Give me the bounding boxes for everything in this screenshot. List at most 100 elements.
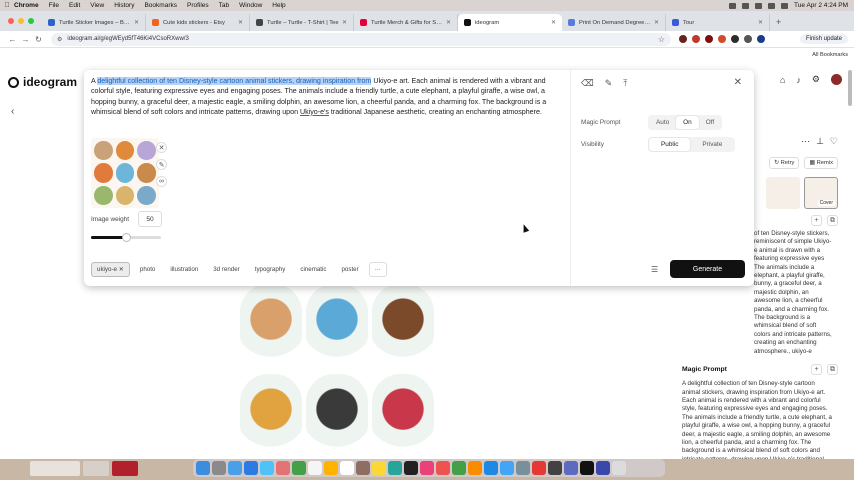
red-panda-sticker[interactable] xyxy=(372,373,434,452)
retry-button[interactable]: ↻ Retry xyxy=(769,157,800,169)
visibility-public[interactable]: Public xyxy=(649,138,691,151)
screen-record-icon[interactable] xyxy=(729,2,737,9)
reference-image[interactable] xyxy=(91,138,159,208)
settings-app-icon[interactable] xyxy=(516,461,530,475)
reload-icon[interactable]: ↻ xyxy=(32,35,45,44)
close-tab-icon[interactable]: ✕ xyxy=(758,19,763,26)
facetime-icon[interactable] xyxy=(292,461,306,475)
new-tab-icon[interactable]: + xyxy=(770,17,787,31)
all-bookmarks[interactable]: All Bookmarks xyxy=(812,52,848,58)
desktop-file-thumbnail[interactable] xyxy=(30,461,80,476)
launchpad-icon[interactable] xyxy=(212,461,226,475)
upload-icon[interactable]: ⤒ xyxy=(623,78,627,89)
finder-icon[interactable] xyxy=(196,461,210,475)
clock[interactable]: Tue Apr 2 4:24 PM xyxy=(794,2,848,9)
apple-tv-icon[interactable] xyxy=(404,461,418,475)
add-icon[interactable]: + xyxy=(811,364,822,376)
extension-icon[interactable] xyxy=(679,35,687,43)
menu-window[interactable]: Window xyxy=(239,2,262,9)
menu-profiles[interactable]: Profiles xyxy=(187,2,209,9)
page-scrollbar[interactable] xyxy=(848,70,852,106)
puzzle-icon[interactable] xyxy=(744,35,752,43)
image-weight-slider[interactable] xyxy=(91,233,161,242)
remove-chip-icon[interactable]: ✕ xyxy=(119,266,124,273)
forward-icon[interactable]: → xyxy=(19,35,32,44)
more-icon[interactable]: ··· xyxy=(801,136,810,147)
trash-icon[interactable] xyxy=(612,461,626,475)
photos-icon[interactable] xyxy=(276,461,290,475)
generate-button[interactable]: Generate xyxy=(670,260,745,278)
address-bar[interactable]: ⚙ ideogram.ai/g/egWEyd5fT46Ki4VCsoRXww/3… xyxy=(51,32,671,46)
image-weight-slider-knob[interactable] xyxy=(122,233,131,242)
close-tab-icon[interactable]: ✕ xyxy=(654,19,659,26)
link-image-icon[interactable]: ∞ xyxy=(156,176,167,187)
thumbnail[interactable] xyxy=(766,177,800,209)
chip-photo[interactable]: photo xyxy=(135,263,160,276)
desktop-file-thumbnail[interactable] xyxy=(112,461,138,476)
contacts-icon[interactable] xyxy=(356,461,370,475)
notes-icon[interactable] xyxy=(324,461,338,475)
add-icon[interactable]: + xyxy=(811,215,822,226)
wifi-icon[interactable] xyxy=(755,2,763,9)
heart-icon[interactable]: ♡ xyxy=(830,136,838,147)
magic-prompt-on[interactable]: On xyxy=(676,116,699,129)
close-tab-icon[interactable]: ✕ xyxy=(134,19,139,26)
menu-edit[interactable]: Edit xyxy=(69,2,80,9)
chip-3d-render[interactable]: 3d render xyxy=(208,263,245,276)
eraser-icon[interactable]: ⌫ xyxy=(581,78,594,89)
tab-print-on-demand[interactable]: Print On Demand Degree (P... ✕ xyxy=(562,14,666,31)
ideogram-logo[interactable]: ideogram xyxy=(8,75,77,89)
close-window-icon[interactable] xyxy=(8,18,14,24)
keynote-icon[interactable] xyxy=(484,461,498,475)
site-info-icon[interactable]: ⚙ xyxy=(57,36,62,43)
menu-bookmarks[interactable]: Bookmarks xyxy=(144,2,177,9)
battery-icon[interactable] xyxy=(742,2,750,9)
pencil-icon[interactable]: ✎ xyxy=(605,78,613,89)
tab-turtle-merch[interactable]: Turtle Merch & Gifts for Sale ✕ xyxy=(354,14,458,31)
deer-sticker[interactable] xyxy=(240,284,302,362)
close-tab-icon[interactable]: ✕ xyxy=(446,19,451,26)
filters-icon[interactable]: ☰ xyxy=(651,265,658,274)
copy-icon[interactable]: ⧉ xyxy=(827,364,838,376)
chip-cinematic[interactable]: cinematic xyxy=(295,263,331,276)
close-tab-icon[interactable]: ✕ xyxy=(342,19,347,26)
magic-prompt-off[interactable]: Off xyxy=(699,116,721,129)
panda-sticker[interactable] xyxy=(306,373,368,452)
image-weight-input[interactable]: 50 xyxy=(138,211,162,227)
apple-icon[interactable]:  xyxy=(0,2,14,9)
magic-prompt-auto[interactable]: Auto xyxy=(649,116,676,129)
pin-icon[interactable]: ⊥ xyxy=(816,136,824,147)
thumbnail-selected[interactable]: Cover xyxy=(804,177,838,209)
back-arrow-icon[interactable]: ‹ xyxy=(11,106,14,117)
remove-image-icon[interactable]: ✕ xyxy=(156,142,167,153)
chip-poster[interactable]: poster xyxy=(336,263,363,276)
extension-icon[interactable] xyxy=(718,35,726,43)
minimize-window-icon[interactable] xyxy=(18,18,24,24)
maps-icon[interactable] xyxy=(388,461,402,475)
remix-button[interactable]: ▦ Remix xyxy=(804,157,838,169)
safari-icon[interactable] xyxy=(228,461,242,475)
extension-icon[interactable] xyxy=(705,35,713,43)
back-icon[interactable]: ← xyxy=(6,35,19,44)
menu-help[interactable]: Help xyxy=(272,2,285,9)
chrome-icon[interactable] xyxy=(532,461,546,475)
more-chips-button[interactable]: ··· xyxy=(368,262,387,277)
mail-icon[interactable] xyxy=(260,461,274,475)
music-icon[interactable] xyxy=(420,461,434,475)
dolphin-sticker[interactable] xyxy=(306,284,368,362)
menu-app-chrome[interactable]: Chrome xyxy=(14,2,39,9)
close-tab-icon[interactable]: ✕ xyxy=(238,19,243,26)
visibility-private[interactable]: Private xyxy=(690,138,734,151)
prompt-input[interactable]: A delightful collection of ten Disney-st… xyxy=(91,76,563,117)
menu-view[interactable]: View xyxy=(90,2,104,9)
chip-ukiyo-e[interactable]: ukiyo-e ✕ xyxy=(91,262,130,277)
edit-image-icon[interactable]: ✎ xyxy=(156,159,167,170)
finish-update-button[interactable]: Finish update xyxy=(799,34,848,44)
profile-avatar-icon[interactable] xyxy=(757,35,765,43)
pages-icon[interactable] xyxy=(468,461,482,475)
app-icon[interactable] xyxy=(596,461,610,475)
extension-icon[interactable] xyxy=(692,35,700,43)
calendar-icon[interactable] xyxy=(308,461,322,475)
copy-icon[interactable]: ⧉ xyxy=(827,215,838,226)
close-dialog-icon[interactable]: ✕ xyxy=(734,77,742,88)
